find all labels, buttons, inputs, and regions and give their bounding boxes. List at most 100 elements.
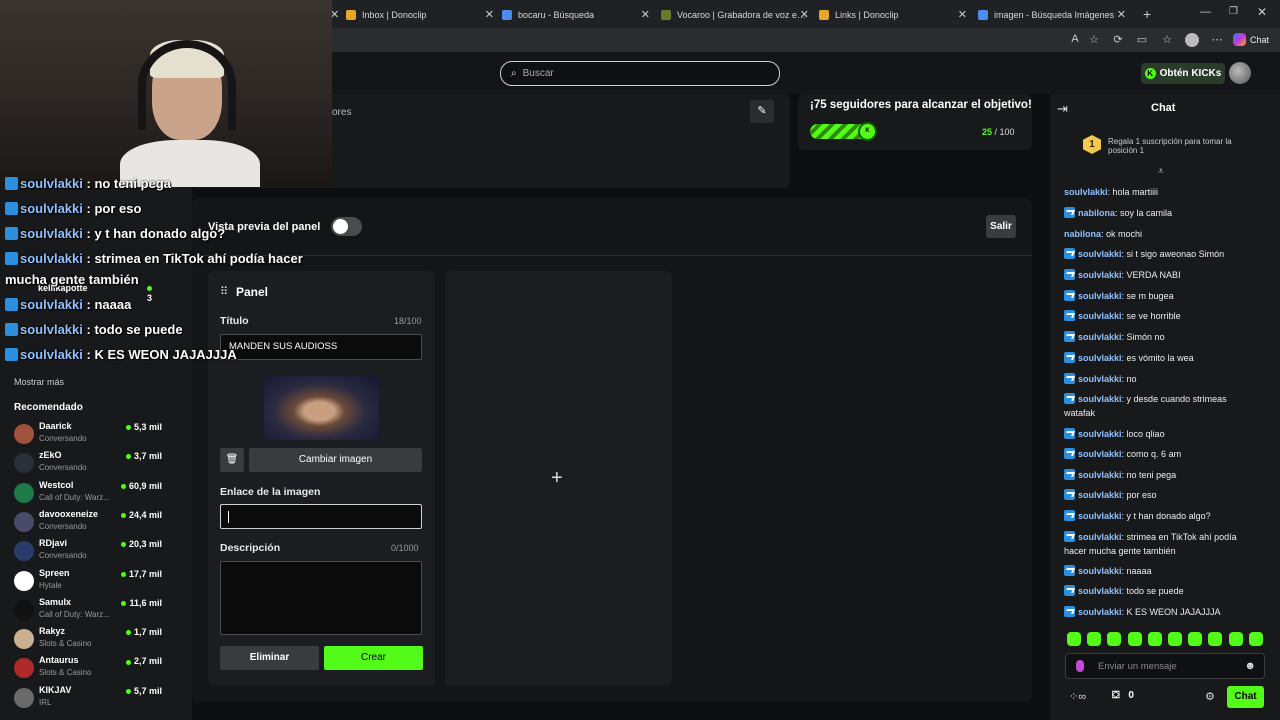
emote-icon[interactable]	[1067, 632, 1081, 646]
copilot-button[interactable]: Chat	[1233, 33, 1269, 46]
create-panel-button[interactable]: Crear	[324, 646, 423, 670]
description-textarea[interactable]	[220, 561, 422, 635]
recommended-channel[interactable]: Daarick Conversando 5,3 mil	[14, 420, 182, 448]
close-tab-icon[interactable]: ✕	[641, 8, 650, 21]
chat-username[interactable]: soulvlakki	[1078, 511, 1122, 521]
chat-username[interactable]: soulvlakki	[1078, 607, 1122, 617]
delete-panel-button[interactable]: Eliminar	[220, 646, 319, 670]
recommended-channel[interactable]: RDjavi Conversando 20,3 mil	[14, 537, 182, 565]
drag-handle-icon[interactable]: ⠿	[220, 285, 228, 298]
emote-icon[interactable]	[1168, 632, 1182, 646]
panel-preview-toggle[interactable]	[331, 217, 362, 236]
webcam-overlay	[0, 0, 332, 187]
close-window-button[interactable]: ✕	[1257, 5, 1267, 19]
split-screen-icon[interactable]: ▭	[1135, 33, 1149, 46]
chat-username[interactable]: soulvlakki	[1078, 470, 1122, 480]
browser-tab[interactable]: Vocaroo | Grabadora de voz en lín ✕	[655, 4, 813, 26]
favorite-star-icon[interactable]: ☆	[1087, 33, 1101, 46]
browser-tab[interactable]: Links | Donoclip ✕	[813, 4, 971, 26]
recommended-channel[interactable]: davooxeneize Conversando 24,4 mil	[14, 508, 182, 536]
recommended-channel[interactable]: zEkO Conversando 3,7 mil	[14, 449, 182, 477]
chat-settings-icon[interactable]: ⚙	[1205, 690, 1215, 703]
browser-tab[interactable]: Inbox | Donoclip ✕	[340, 4, 498, 26]
emote-icon[interactable]	[1188, 632, 1203, 646]
emote-icon[interactable]	[1087, 632, 1102, 646]
recommended-channel[interactable]: Spreen Hytale 17,7 mil	[14, 567, 182, 595]
gift-box-icon: ⛋	[1112, 690, 1120, 701]
chat-username[interactable]: soulvlakki	[1078, 429, 1122, 439]
emote-icon[interactable]	[1107, 632, 1122, 646]
send-chat-button[interactable]: Chat	[1227, 686, 1264, 708]
browser-tab[interactable]: bocaru - Búsqueda ✕	[496, 4, 654, 26]
chat-username[interactable]: soulvlakki	[1078, 586, 1122, 596]
trash-icon: 🗑	[225, 454, 239, 465]
emote-icon[interactable]	[1127, 632, 1142, 646]
exit-button[interactable]: Salir	[986, 215, 1016, 238]
browser-tab[interactable]: imagen - Búsqueda Imágenes ✕	[972, 4, 1130, 26]
chat-username[interactable]: soulvlakki	[1078, 374, 1122, 384]
recommended-channel[interactable]: KIKJAV IRL 5,7 mil	[14, 684, 182, 712]
chat-username[interactable]: soulvlakki	[1078, 394, 1122, 404]
overlay-username: soulvlakki	[20, 201, 83, 216]
emote-icon[interactable]	[1248, 632, 1263, 646]
collapse-chat-icon[interactable]: ⇥	[1057, 101, 1068, 117]
sub-badge-icon	[5, 177, 18, 190]
chat-username[interactable]: soulvlakki	[1078, 249, 1122, 259]
chat-username[interactable]: nabilona	[1064, 229, 1101, 239]
profile-avatar[interactable]	[1185, 33, 1199, 47]
search-input[interactable]: ⌕ Buscar	[500, 61, 780, 86]
recommended-channel[interactable]: Westcol Call of Duty: Warz... 60,9 mil	[14, 479, 182, 507]
emoji-icon[interactable]: ☻	[1244, 660, 1256, 672]
drops-icon[interactable]: ⁘∞	[1069, 690, 1086, 703]
maximize-button[interactable]: ❐	[1229, 6, 1238, 17]
chat-username[interactable]: soulvlakki	[1078, 311, 1122, 321]
chat-username[interactable]: soulvlakki	[1078, 449, 1122, 459]
add-panel-plus-icon[interactable]: +	[551, 467, 563, 490]
chat-message-input[interactable]: Enviar un mensaje ☻	[1065, 653, 1265, 679]
chat-username[interactable]: soulvlakki	[1078, 566, 1122, 576]
chat-username[interactable]: nabilona	[1078, 208, 1115, 218]
close-tab-icon[interactable]: ✕	[485, 8, 494, 21]
emote-icon[interactable]	[1208, 632, 1223, 646]
new-tab-button[interactable]: +	[1143, 6, 1151, 22]
favorites-icon[interactable]: ☆	[1160, 33, 1174, 46]
chat-text: naaaa	[1126, 566, 1152, 576]
overlay-text: : por eso	[86, 201, 142, 216]
get-kicks-button[interactable]: K Obtén KICKs	[1141, 63, 1225, 84]
chat-username[interactable]: soulvlakki	[1078, 332, 1122, 342]
title-input[interactable]: MANDEN SUS AUDIOSS	[220, 334, 422, 360]
close-tab-icon[interactable]: ✕	[800, 8, 809, 21]
live-dot	[120, 513, 126, 519]
user-avatar[interactable]	[1229, 62, 1251, 84]
overlay-chat-line: soulvlakki : todo se puede	[5, 322, 183, 337]
chat-username[interactable]: soulvlakki	[1078, 490, 1122, 500]
chat-username[interactable]: soulvlakki	[1078, 532, 1122, 542]
sub-badge-icon	[1064, 469, 1075, 480]
chat-username[interactable]: soulvlakki	[1064, 187, 1108, 197]
chat-username[interactable]: soulvlakki	[1078, 291, 1122, 301]
more-menu-icon[interactable]: ⋯	[1210, 33, 1224, 46]
show-more-link[interactable]: Mostrar más	[14, 377, 64, 387]
panel-image-preview[interactable]	[264, 376, 379, 440]
channel-avatar	[14, 658, 34, 679]
pinned-chevron-icon[interactable]: ⩡	[1158, 166, 1164, 177]
recommended-channel[interactable]: Samulx Call of Duty: Warz... 11,6 mil	[14, 596, 182, 624]
edit-pencil-button[interactable]: ✎	[750, 100, 774, 123]
extensions-icon[interactable]: ⟳	[1111, 33, 1125, 46]
emote-icon[interactable]	[1228, 632, 1243, 646]
chat-message: soulvlakki: como q. 6 am	[1064, 448, 1250, 462]
image-link-input[interactable]	[220, 504, 422, 529]
close-tab-icon[interactable]: ✕	[1117, 8, 1126, 21]
recommended-channel[interactable]: Rakyz Slots & Casino 1,7 mil	[14, 625, 182, 653]
recommended-channel[interactable]: Antaurus Slots & Casino 2,7 mil	[14, 654, 182, 682]
close-tab-icon[interactable]: ✕	[958, 8, 967, 21]
change-image-button[interactable]: Cambiar imagen	[249, 448, 422, 472]
chat-username[interactable]: soulvlakki	[1078, 270, 1122, 280]
minimize-button[interactable]: —	[1200, 6, 1211, 18]
read-aloud-icon[interactable]: A	[1068, 33, 1082, 45]
goal-count: 25 / 100	[982, 127, 1015, 137]
delete-image-button[interactable]: 🗑	[220, 448, 244, 472]
chat-username[interactable]: soulvlakki	[1078, 353, 1122, 363]
emote-icon[interactable]	[1147, 632, 1162, 646]
microphone-icon[interactable]	[1076, 660, 1084, 672]
